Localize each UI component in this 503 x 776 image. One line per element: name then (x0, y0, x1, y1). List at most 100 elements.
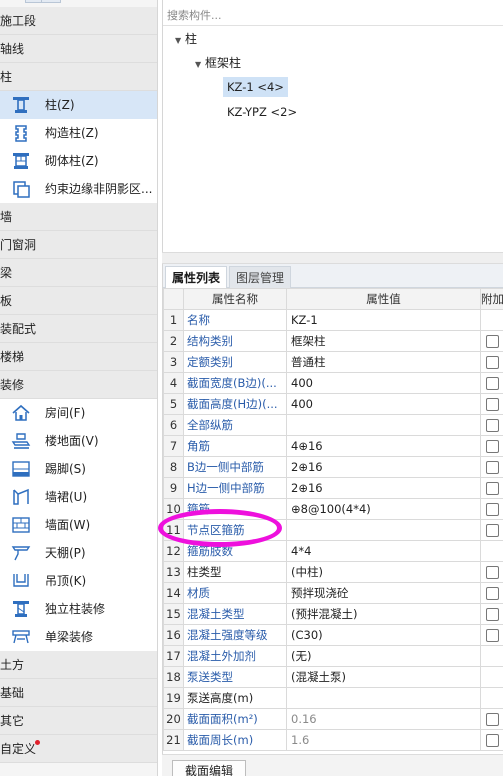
property-name[interactable]: 混凝土外加剂 (183, 645, 287, 667)
property-value[interactable]: 4⊕16 (286, 435, 481, 457)
property-name[interactable]: 混凝土强度等级 (183, 624, 287, 646)
table-row[interactable]: 3 定额类别 普通柱 (163, 351, 503, 373)
extra-checkbox[interactable] (486, 629, 499, 642)
extra-checkbox[interactable] (486, 566, 499, 579)
table-row[interactable]: 1 名称 KZ-1 (163, 309, 503, 331)
nav-item-constructional-column[interactable]: 构造柱(Z) (0, 119, 157, 147)
table-row[interactable]: 21 截面周长(m) 1.6 (163, 729, 503, 751)
property-name[interactable]: 截面高度(H边)(... (183, 393, 287, 415)
nav-cat-other[interactable]: 其它 (0, 707, 157, 735)
extra-checkbox[interactable] (486, 398, 499, 411)
tree-leaf-kz-1[interactable]: KZ-1 <4> (223, 77, 288, 97)
tree-node-frame-column[interactable]: ▼ 框架柱 (195, 54, 241, 74)
property-value[interactable]: (预拌混凝土) (286, 603, 481, 625)
section-edit-button[interactable]: 截面编辑 (172, 760, 247, 776)
nav-cat-construction-stage[interactable]: 施工段 (0, 7, 157, 35)
extra-checkbox[interactable] (486, 713, 499, 726)
property-value[interactable]: 普通柱 (286, 351, 481, 373)
property-name[interactable]: 结构类别 (183, 330, 287, 352)
property-name[interactable]: 定额类别 (183, 351, 287, 373)
table-row[interactable]: 16 混凝土强度等级 (C30) (163, 624, 503, 646)
property-value[interactable] (286, 414, 481, 436)
extra-checkbox[interactable] (486, 335, 499, 348)
property-value[interactable]: 400 (286, 393, 481, 415)
table-row[interactable]: 5 截面高度(H边)(... 400 (163, 393, 503, 415)
property-name[interactable]: 名称 (183, 309, 287, 331)
nav-cat-slab[interactable]: 板 (0, 287, 157, 315)
extra-checkbox[interactable] (486, 356, 499, 369)
property-value[interactable]: 预拌现浇砼 (286, 582, 481, 604)
tab-property-list[interactable]: 属性列表 (165, 266, 228, 288)
property-name[interactable]: 箍筋肢数 (183, 540, 287, 562)
component-search-input[interactable] (163, 6, 503, 26)
table-row[interactable]: 6 全部纵筋 (163, 414, 503, 436)
property-value[interactable]: (混凝土泵) (286, 666, 481, 688)
extra-checkbox[interactable] (486, 734, 499, 747)
table-row[interactable]: 18 泵送类型 (混凝土泵) (163, 666, 503, 688)
property-name[interactable]: H边一侧中部筋 (183, 477, 287, 499)
table-row[interactable]: 4 截面宽度(B边)(... 400 (163, 372, 503, 394)
table-row[interactable]: 19 泵送高度(m) (163, 687, 503, 709)
property-value[interactable]: 0.16 (286, 708, 481, 730)
property-value[interactable]: 2⊕16 (286, 456, 481, 478)
extra-checkbox[interactable] (486, 503, 499, 516)
pane-splitter[interactable] (162, 252, 503, 264)
property-value[interactable]: (中柱) (286, 561, 481, 583)
property-name[interactable]: 混凝土类型 (183, 603, 287, 625)
table-row[interactable]: 8 B边一侧中部筋 2⊕16 (163, 456, 503, 478)
nav-cat-earthwork[interactable]: 土方 (0, 651, 157, 679)
property-value[interactable]: ⊕8@100(4*4) (286, 498, 481, 520)
table-row[interactable]: 15 混凝土类型 (预拌混凝土) (163, 603, 503, 625)
extra-checkbox[interactable] (486, 419, 499, 432)
nav-cat-door-window[interactable]: 门窗洞 (0, 231, 157, 259)
property-value[interactable]: KZ-1 (286, 309, 481, 331)
table-row[interactable]: 14 材质 预拌现浇砼 (163, 582, 503, 604)
property-value[interactable]: 400 (286, 372, 481, 394)
property-name[interactable]: 全部纵筋 (183, 414, 287, 436)
tab-layer-management[interactable]: 图层管理 (229, 266, 292, 288)
property-name[interactable]: 截面面积(m²) (183, 708, 287, 730)
property-value[interactable]: (无) (286, 645, 481, 667)
property-name[interactable]: 截面周长(m) (183, 729, 287, 751)
nav-cat-axis[interactable]: 轴线 (0, 35, 157, 63)
property-name[interactable]: B边一侧中部筋 (183, 456, 287, 478)
nav-cat-stairs[interactable]: 楼梯 (0, 343, 157, 371)
nav-cat-prefab[interactable]: 装配式 (0, 315, 157, 343)
property-value[interactable] (286, 519, 481, 541)
property-name[interactable]: 截面宽度(B边)(... (183, 372, 287, 394)
table-row[interactable]: 17 混凝土外加剂 (无) (163, 645, 503, 667)
tree-leaf-kz-ypz[interactable]: KZ-YPZ <2> (223, 102, 301, 122)
expand-arrow-icon[interactable]: ▼ (175, 32, 185, 50)
extra-checkbox[interactable] (486, 482, 499, 495)
property-name[interactable]: 泵送类型 (183, 666, 287, 688)
nav-cat-foundation[interactable]: 基础 (0, 679, 157, 707)
extra-checkbox[interactable] (486, 524, 499, 537)
property-name[interactable]: 节点区箍筋 (183, 519, 287, 541)
table-row[interactable]: 12 箍筋肢数 4*4 (163, 540, 503, 562)
nav-cat-wall[interactable]: 墙 (0, 203, 157, 231)
nav-cat-column[interactable]: 柱 (0, 63, 157, 91)
property-value[interactable]: 4*4 (286, 540, 481, 562)
table-row[interactable]: 9 H边一侧中部筋 2⊕16 (163, 477, 503, 499)
table-row[interactable]: 10 箍筋 ⊕8@100(4*4) (163, 498, 503, 520)
nav-item-suspended-ceiling[interactable]: 吊顶(K) (0, 567, 157, 595)
property-name[interactable]: 泵送高度(m) (183, 687, 287, 709)
toolbar-stub-button[interactable] (41, 0, 61, 3)
expand-arrow-icon[interactable]: ▼ (195, 56, 205, 74)
extra-checkbox[interactable] (486, 461, 499, 474)
nav-cat-custom[interactable]: 自定义 (0, 735, 157, 763)
nav-item-wall-surface[interactable]: 墙面(W) (0, 511, 157, 539)
property-value[interactable]: (C30) (286, 624, 481, 646)
property-name[interactable]: 柱类型 (183, 561, 287, 583)
nav-item-masonry-column[interactable]: 砌体柱(Z) (0, 147, 157, 175)
tree-node-column[interactable]: ▼ 柱 (175, 30, 197, 50)
nav-cat-beam[interactable]: 梁 (0, 259, 157, 287)
nav-item-beam-finish[interactable]: 单梁装修 (0, 623, 157, 651)
nav-item-column-finish[interactable]: 独立柱装修 (0, 595, 157, 623)
nav-cat-decoration[interactable]: 装修 (0, 371, 157, 399)
property-name[interactable]: 角筋 (183, 435, 287, 457)
property-name[interactable]: 箍筋 (183, 498, 287, 520)
extra-checkbox[interactable] (486, 608, 499, 621)
table-row[interactable]: 11 节点区箍筋 (163, 519, 503, 541)
property-name[interactable]: 材质 (183, 582, 287, 604)
